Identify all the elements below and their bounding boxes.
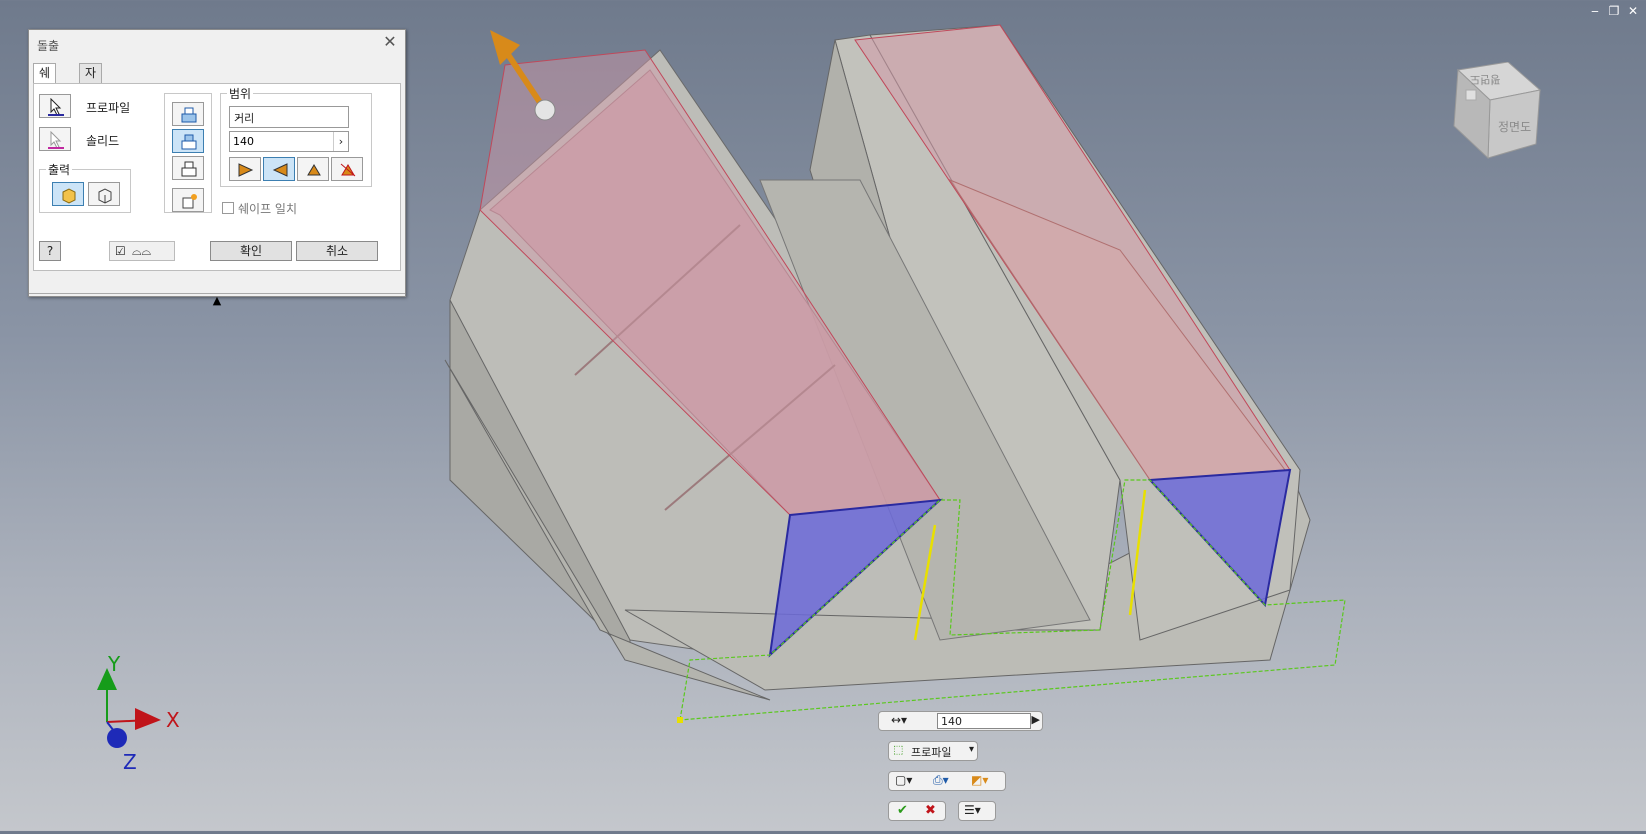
solid-label: 솔리드: [86, 134, 120, 148]
distance-type-icon[interactable]: ↔▾: [891, 713, 907, 727]
new-solid-button[interactable]: [172, 188, 204, 212]
direction-2-icon: [272, 163, 288, 177]
mini-ok-cancel: ✔ ✖: [888, 801, 946, 821]
cancel-button[interactable]: 취소: [296, 241, 378, 261]
chevron-down-icon[interactable]: ▾: [969, 744, 974, 755]
output-label: 출력: [46, 161, 73, 178]
match-shape-checkbox[interactable]: [222, 202, 234, 214]
sketch-origin-point: [677, 717, 683, 723]
cut-icon: [181, 134, 197, 150]
cut-button[interactable]: [172, 129, 204, 153]
axis-x-label: X: [166, 708, 180, 732]
output-solid-button[interactable]: [52, 182, 84, 206]
solid-cube-icon: [62, 188, 76, 204]
surface-cube-icon: [98, 188, 112, 204]
axis-y-label: Y: [108, 652, 121, 676]
extents-label: 범위: [227, 85, 254, 102]
output-surface-button[interactable]: [88, 182, 120, 206]
direction-2-button[interactable]: [263, 157, 295, 181]
close-window-button[interactable]: ✕: [1625, 4, 1641, 18]
viewcube-top-label: 평면도: [1470, 73, 1501, 86]
chevron-down-icon: ⌄: [234, 111, 243, 122]
glasses-icon: ⌓⌓: [132, 244, 151, 258]
extrude-dialog: 돌출 ✕ 쉐이프 자세히 프로파일 솔리드 출력: [28, 29, 406, 307]
restore-button[interactable]: ❐: [1606, 4, 1622, 18]
distance-input[interactable]: [233, 135, 328, 148]
checkbox-checked-icon: ☑: [115, 244, 126, 258]
symmetric-button[interactable]: [297, 157, 329, 181]
direction-1-icon: [238, 163, 254, 177]
mini-toolbar-distance: ↔▾ 140 ▶: [878, 711, 1043, 731]
symmetric-icon: [307, 164, 321, 176]
list-menu-icon: ☰▾: [964, 803, 981, 817]
new-solid-icon: [182, 194, 197, 209]
tab-more[interactable]: 자세히: [79, 63, 103, 118]
ok-button[interactable]: 확인: [210, 241, 292, 261]
match-shape-label: 쉐이프 일치: [238, 202, 298, 216]
dialog-title: 돌출: [37, 39, 60, 53]
profile-select-icon: ⬚: [893, 743, 904, 756]
join-button[interactable]: [172, 102, 204, 126]
profile-select-button[interactable]: [39, 94, 71, 118]
minimize-button[interactable]: ‒: [1587, 4, 1603, 18]
intersect-icon: [181, 161, 197, 177]
cancel-x-icon[interactable]: ✖: [925, 803, 936, 818]
mini-options-row: ▢▾ ⎙▾ ◩▾: [888, 771, 1006, 791]
direction-group: [164, 93, 212, 213]
preview-toggle[interactable]: ☑ ⌓⌓: [109, 241, 175, 261]
axis-z-label: Z: [123, 750, 137, 774]
mini-menu-button[interactable]: ☰▾: [958, 801, 996, 821]
ok-check-icon[interactable]: ✔: [897, 803, 908, 818]
mini-distance-arrow-icon[interactable]: ▶: [1032, 713, 1040, 726]
output-group: 출력: [39, 161, 131, 213]
distance-arrow-head: [490, 30, 520, 65]
mini-profile-button[interactable]: ⬚ 프로파일 ▾: [888, 741, 978, 761]
cursor-arrow-icon: [48, 131, 64, 149]
mini-distance-input[interactable]: 140: [937, 713, 1031, 729]
viewcube[interactable]: 평면도 정면도: [1448, 61, 1548, 162]
mini-profile-label: 프로파일: [911, 746, 952, 759]
viewcube-front-label[interactable]: 정면도: [1498, 118, 1531, 135]
extents-group: 범위 거리 ⌄ ›: [220, 85, 372, 187]
chevron-right-icon[interactable]: ›: [333, 132, 348, 151]
help-button[interactable]: ?: [39, 241, 61, 261]
intersect-button[interactable]: [172, 156, 204, 180]
direction-1-button[interactable]: [229, 157, 261, 181]
tab-shape[interactable]: 쉐이프: [33, 63, 57, 118]
asymmetric-icon: [340, 163, 356, 177]
cursor-arrow-icon: [48, 98, 64, 116]
expand-arrow-icon[interactable]: ▲: [29, 294, 405, 308]
operation-icon[interactable]: ◩▾: [971, 773, 988, 787]
distance-field[interactable]: ›: [229, 131, 349, 152]
output-solid-icon[interactable]: ▢▾: [895, 773, 912, 787]
dialog-close-button[interactable]: ✕: [381, 33, 399, 51]
distance-arrow-handle: [534, 99, 556, 121]
asymmetric-button[interactable]: [331, 157, 363, 181]
extents-select[interactable]: 거리 ⌄: [229, 106, 349, 128]
solid-select-button[interactable]: [39, 127, 71, 151]
direction-icon[interactable]: ⎙▾: [933, 773, 949, 788]
join-icon: [181, 107, 197, 123]
profile-label: 프로파일: [86, 101, 131, 115]
